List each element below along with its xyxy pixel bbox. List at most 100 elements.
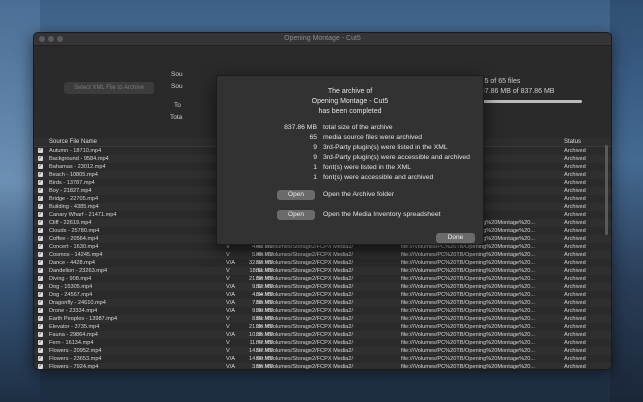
column-header-status[interactable]: Status (564, 138, 581, 146)
file-name-cell: Fauna - 29864.mp4 (49, 332, 98, 338)
row-checkbox[interactable]: ✓ (38, 300, 43, 305)
row-checkbox[interactable]: ✓ (38, 324, 43, 329)
source-path-cell: file:///Volumes/Storage2/FCPX Media2/ (256, 324, 354, 330)
source-path-cell: file:///Volumes/Storage2/FCPX Media2/ (256, 300, 354, 306)
table-row[interactable]: ✓ Dance - 4428.mp4 V/A 32.93 MB file:///Volu… (34, 259, 611, 267)
table-row[interactable]: ✓ Earth Peoples - 13987.mp4 V 8.81 MB file:/… (34, 315, 611, 323)
status-cell: Archived (564, 316, 586, 322)
table-scrollbar[interactable] (605, 145, 608, 235)
status-cell: Archived (564, 228, 586, 234)
destination-path-cell: file:///Volumes/PC%20TB/Opening%20Montag… (401, 268, 536, 274)
destination-path-cell: file:///Volumes/PC%20TB/Opening%20Montag… (401, 252, 536, 258)
table-row[interactable]: ✓ Fauna - 29864.mp4 V/A 10.35 MB file:///Vol… (34, 331, 611, 339)
file-name-cell: Cosmos - 14245.mp4 (49, 252, 103, 258)
destination-path-cell: file:///Volumes/PC%20TB/Opening%20Montag… (401, 300, 536, 306)
row-checkbox[interactable]: ✓ (38, 172, 43, 177)
destination-path-cell: file:///Volumes/PC%20TB/Opening%20Montag… (401, 276, 536, 282)
open-archive-folder-button[interactable]: Open (277, 190, 315, 200)
row-checkbox[interactable]: ✓ (38, 204, 43, 209)
row-checkbox[interactable]: ✓ (38, 244, 43, 249)
row-checkbox[interactable]: ✓ (38, 284, 43, 289)
status-cell: Archived (564, 348, 586, 354)
table-row[interactable]: ✓ Flowers - 20952.mp4 V 14.97 MB file:///Vol… (34, 347, 611, 355)
desktop-background-right (610, 0, 643, 402)
row-checkbox[interactable]: ✓ (38, 348, 43, 353)
file-name-cell: Flowers - 23653.mp4 (49, 356, 102, 362)
source-path-cell: file:///Volumes/Storage2/FCPX Media2/ (256, 252, 354, 258)
stat-value: 1 (313, 164, 317, 171)
status-cell: Archived (564, 332, 586, 338)
row-checkbox[interactable]: ✓ (38, 212, 43, 217)
row-checkbox[interactable]: ✓ (38, 276, 43, 281)
select-xml-button[interactable]: Select XML File to Archive (64, 82, 154, 94)
source-path-cell: file:///Volumes/Storage2/FCPX Media2/ (256, 268, 354, 274)
table-row[interactable]: ✓ Elevator - 3735.mp4 V 21.36 MB file:///Vol… (34, 323, 611, 331)
file-name-cell: Coffee - 20564.mp4 (49, 236, 99, 242)
done-button[interactable]: Done (436, 233, 475, 243)
title-bar: Opening Montage - Cut5 (34, 33, 611, 46)
table-row[interactable]: ✓ Dragonfly - 24610.mp4 V/A 7.55 MB file:///… (34, 299, 611, 307)
total-label: Tota (170, 114, 183, 121)
row-checkbox[interactable]: ✓ (38, 188, 43, 193)
source-path-cell: file:///Volumes/Storage2/FCPX Media2/ (256, 364, 354, 369)
file-name-cell: Clouds - 25780.mp4 (49, 228, 100, 234)
row-checkbox[interactable]: ✓ (38, 228, 43, 233)
row-checkbox[interactable]: ✓ (38, 356, 43, 361)
dialog-line-3: has been completed (318, 108, 382, 115)
status-cell: Archived (564, 164, 586, 170)
destination-path-cell: file:///Volumes/PC%20TB/Opening%20Montag… (401, 308, 536, 314)
row-checkbox[interactable]: ✓ (38, 260, 43, 265)
table-row[interactable]: ✓ Cosmos - 14245.mp4 V 5.45 MB file:///Volum… (34, 251, 611, 259)
row-checkbox[interactable]: ✓ (38, 340, 43, 345)
table-row[interactable]: ✓ Dandelion - 23263.mp4 V 18.11 MB file:///V… (34, 267, 611, 275)
row-checkbox[interactable]: ✓ (38, 316, 43, 321)
status-cell: Archived (564, 212, 586, 218)
status-cell: Archived (564, 252, 586, 258)
stat-value: 1 (313, 174, 317, 181)
destination-path-cell: file:///Volumes/PC%20TB/Opening%20Montag… (401, 348, 536, 354)
open-inventory-button[interactable]: Open (277, 210, 315, 220)
source-path-cell: file:///Volumes/Storage2/FCPX Media2/ (256, 348, 354, 354)
table-row[interactable]: ✓ Flowers - 7924.mp4 V/A 3.96 MB file:///Vol… (34, 363, 611, 369)
row-checkbox[interactable]: ✓ (38, 252, 43, 257)
file-name-cell: Bridge - 22705.mp4 (49, 196, 99, 202)
destination-path-cell: file:///Volumes/PC%20TB/Opening%20Montag… (401, 332, 536, 338)
source-path-cell: file:///Volumes/Storage2/FCPX Media2/ (256, 340, 354, 346)
row-checkbox[interactable]: ✓ (38, 308, 43, 313)
table-row[interactable]: ✓ Fern - 16134.mp4 V 11.77 MB file:///Volume… (34, 339, 611, 347)
file-name-cell: Diving - 908.mp4 (49, 276, 92, 282)
row-checkbox[interactable]: ✓ (38, 196, 43, 201)
stat-label: total size of the archive (323, 124, 393, 131)
table-row[interactable]: ✓ Flowers - 23653.mp4 V/A 14.60 MB file:///V… (34, 355, 611, 363)
stat-label: 3rd-Party plugin(s) were listed in the X… (323, 144, 448, 151)
column-header-source[interactable]: Source File Name (49, 138, 97, 146)
row-checkbox[interactable]: ✓ (38, 236, 43, 241)
row-checkbox[interactable]: ✓ (38, 292, 43, 297)
row-checkbox[interactable]: ✓ (38, 220, 43, 225)
destination-path-cell: file:///Volumes/PC%20TB/Opening%20Montag… (401, 340, 536, 346)
destination-path-cell: file:///Volumes/PC%20TB/Opening%20Montag… (401, 324, 536, 330)
table-row[interactable]: ✓ Dog - 24567.mp4 V/A 4.34 MB file:///Volume… (34, 291, 611, 299)
file-name-cell: Flowers - 20952.mp4 (49, 348, 102, 354)
row-checkbox[interactable]: ✓ (38, 364, 43, 369)
destination-path-cell: file:///Volumes/PC%20TB/Opening%20Montag… (401, 292, 536, 298)
source-path-cell: file:///Volumes/Storage2/FCPX Media2/ (256, 332, 354, 338)
table-row[interactable]: ✓ Drone - 23334.mp4 V/A 9.30 MB file:///Volu… (34, 307, 611, 315)
source-path-cell: file:///Volumes/Storage2/FCPX Media2/ (256, 292, 354, 298)
row-checkbox[interactable]: ✓ (38, 156, 43, 161)
file-name-cell: Earth Peoples - 13987.mp4 (49, 316, 118, 322)
row-checkbox[interactable]: ✓ (38, 148, 43, 153)
row-checkbox[interactable]: ✓ (38, 164, 43, 169)
row-checkbox[interactable]: ✓ (38, 332, 43, 337)
file-name-cell: Birds - 13787.mp4 (49, 180, 95, 186)
source-label-2: Sou (171, 83, 183, 90)
row-checkbox[interactable]: ✓ (38, 180, 43, 185)
stat-label: font(s) were accessible and archived (323, 174, 434, 181)
status-cell: Archived (564, 204, 586, 210)
file-name-cell: Building - 4385.mp4 (49, 204, 99, 210)
status-cell: Archived (564, 364, 586, 369)
row-checkbox[interactable]: ✓ (38, 268, 43, 273)
table-row[interactable]: ✓ Diving - 908.mp4 V 21.58 MB file:///Volume… (34, 275, 611, 283)
status-cell: Archived (564, 148, 586, 154)
table-row[interactable]: ✓ Dog - 15305.mp4 V/A 9.12 MB file:///Volume… (34, 283, 611, 291)
